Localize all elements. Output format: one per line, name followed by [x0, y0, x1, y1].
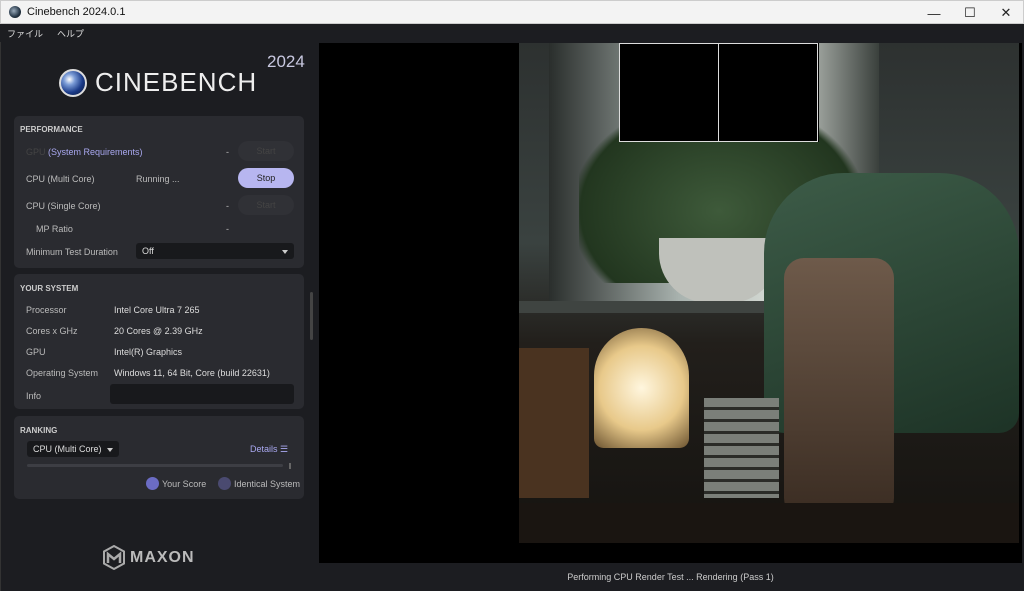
- chevron-down-icon: [282, 250, 288, 254]
- ranking-bar: [27, 464, 283, 467]
- cpu-single-label: CPU (Single Core): [26, 201, 101, 211]
- cinebench-orb-icon: [59, 68, 87, 97]
- chevron-down-icon: [107, 448, 113, 452]
- menu-bar: ファイル ヘルプ: [0, 24, 319, 42]
- cpu-single-score: -: [226, 201, 229, 211]
- gpu-start-button[interactable]: Start: [238, 141, 294, 161]
- gpu-label: GPU: [26, 147, 46, 157]
- maxon-logo: MAXON: [103, 545, 195, 570]
- cinebench-logo: CINEBENCH: [59, 67, 257, 98]
- details-label: Details: [250, 444, 278, 454]
- maximize-button[interactable]: ☐: [952, 1, 988, 25]
- render-bucket: [718, 43, 818, 142]
- render-bucket-area: [619, 43, 819, 142]
- sidebar: CINEBENCH 2024 PERFORMANCE GPU (System R…: [0, 42, 319, 591]
- processor-value: Intel Core Ultra 7 265: [114, 305, 200, 315]
- os-value: Windows 11, 64 Bit, Core (build 22631): [114, 368, 270, 378]
- gpu-score: -: [226, 147, 229, 157]
- render-bucket: [619, 43, 719, 142]
- min-duration-select[interactable]: Off: [136, 243, 294, 259]
- menu-help[interactable]: ヘルプ: [57, 27, 84, 40]
- gpu-info-value: Intel(R) Graphics: [114, 347, 183, 357]
- ranking-select[interactable]: CPU (Multi Core): [27, 441, 119, 457]
- info-field[interactable]: [110, 384, 294, 404]
- gpu-info-label: GPU: [26, 347, 46, 357]
- min-duration-value: Off: [142, 246, 154, 256]
- status-bar: Performing CPU Render Test ... Rendering…: [319, 563, 1022, 591]
- performance-panel: PERFORMANCE GPU (System Requirements) - …: [14, 116, 304, 268]
- cpu-multi-label: CPU (Multi Core): [26, 174, 95, 184]
- mp-ratio-label: MP Ratio: [36, 224, 73, 234]
- maxon-text: MAXON: [130, 548, 195, 566]
- unrendered-area: [619, 543, 1022, 563]
- system-heading: YOUR SYSTEM: [20, 284, 79, 293]
- mp-ratio-value: -: [226, 224, 229, 234]
- cores-value: 20 Cores @ 2.39 GHz: [114, 326, 203, 336]
- identical-system-legend: Identical System: [234, 479, 301, 489]
- cpu-multi-status: Running ...: [136, 174, 180, 184]
- menu-file[interactable]: ファイル: [7, 27, 43, 40]
- filter-icon: ☰: [280, 444, 289, 454]
- ranking-heading: RANKING: [20, 426, 58, 435]
- your-score-dot-icon: [146, 477, 159, 490]
- identical-system-dot-icon: [218, 477, 231, 490]
- cinebench-app-icon: [9, 6, 21, 18]
- details-button[interactable]: Details ☰: [250, 444, 288, 455]
- os-label: Operating System: [26, 368, 99, 378]
- maxon-icon: [103, 545, 125, 570]
- cpu-multi-stop-button[interactable]: Stop: [238, 168, 294, 188]
- version-year: 2024: [267, 52, 305, 71]
- ranking-select-value: CPU (Multi Core): [33, 444, 102, 454]
- ranking-panel: RANKING CPU (Multi Core) Details ☰ Your …: [14, 416, 304, 499]
- window-title: Cinebench 2024.0.1: [27, 6, 126, 18]
- logo-text: CINEBENCH: [95, 67, 258, 97]
- render-viewport: [319, 43, 1022, 563]
- min-duration-label: Minimum Test Duration: [26, 247, 118, 257]
- ranking-marker: [289, 463, 291, 469]
- your-score-legend: Your Score: [162, 479, 207, 489]
- cores-label: Cores x GHz: [26, 326, 78, 336]
- minimize-button[interactable]: —: [916, 1, 952, 25]
- processor-label: Processor: [26, 305, 67, 315]
- cpu-single-start-button[interactable]: Start: [238, 195, 294, 215]
- system-panel: YOUR SYSTEM Processor Intel Core Ultra 7…: [14, 274, 304, 409]
- sidebar-scrollbar[interactable]: [310, 292, 313, 340]
- close-button[interactable]: ✕: [988, 1, 1024, 25]
- performance-heading: PERFORMANCE: [20, 125, 83, 134]
- info-label: Info: [26, 391, 42, 401]
- system-requirements-link[interactable]: (System Requirements): [48, 147, 143, 157]
- title-bar: Cinebench 2024.0.1 — ☐ ✕: [0, 0, 1024, 24]
